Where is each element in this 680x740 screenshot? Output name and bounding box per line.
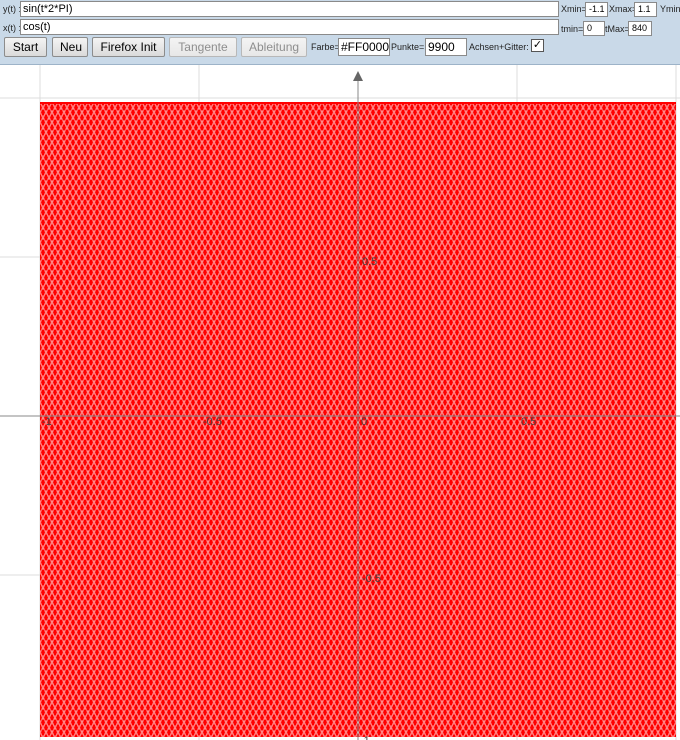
xmin-input[interactable]: -1.1	[585, 2, 608, 17]
firefox-init-button[interactable]: Firefox Init	[92, 37, 165, 57]
x-tick-label: 0	[361, 416, 367, 428]
y-tick-label: 0.5	[362, 256, 377, 268]
tangente-button[interactable]: Tangente	[169, 37, 237, 57]
tmax-input[interactable]: 840	[628, 21, 652, 36]
ymin-label: Ymin	[660, 4, 680, 14]
y-function-label: y(t) :	[3, 4, 21, 14]
achsen-gitter-label: Achsen+Gitter:	[469, 42, 529, 52]
achsen-gitter-checkbox[interactable]: ✓	[531, 39, 544, 52]
tmax-label: tMax=	[605, 24, 630, 34]
tmin-label: tmin=	[561, 24, 584, 34]
punkte-input[interactable]: 9900	[425, 38, 467, 56]
farbe-label: Farbe=	[311, 42, 340, 52]
toolbar: y(t) : sin(t*2*PI) x(t) : cos(t) Xmin= -…	[0, 0, 680, 65]
x-function-label: x(t) :	[3, 23, 21, 33]
tmin-input[interactable]: 0	[583, 21, 605, 36]
x-function-input[interactable]: cos(t)	[20, 19, 559, 35]
plot-canvas: -1 -0.5 0 0.5 0.5 -0.5 -1	[0, 65, 680, 740]
x-tick-label: -0.5	[203, 416, 222, 428]
farbe-input[interactable]: #FF0000	[338, 38, 390, 56]
y-tick-label: -1	[360, 735, 370, 740]
start-button[interactable]: Start	[4, 37, 47, 57]
x-tick-label: -1	[42, 416, 52, 428]
punkte-label: Punkte=	[391, 42, 425, 52]
x-tick-label: 0.5	[521, 416, 536, 428]
xmax-input[interactable]: 1.1	[634, 2, 657, 17]
neu-button[interactable]: Neu	[52, 37, 88, 57]
y-function-input[interactable]: sin(t*2*PI)	[20, 1, 559, 17]
ableitung-button[interactable]: Ableitung	[241, 37, 307, 57]
xmin-label: Xmin=	[561, 4, 587, 14]
y-tick-label: -0.5	[362, 573, 381, 585]
y-axis-arrow-icon	[353, 71, 363, 81]
